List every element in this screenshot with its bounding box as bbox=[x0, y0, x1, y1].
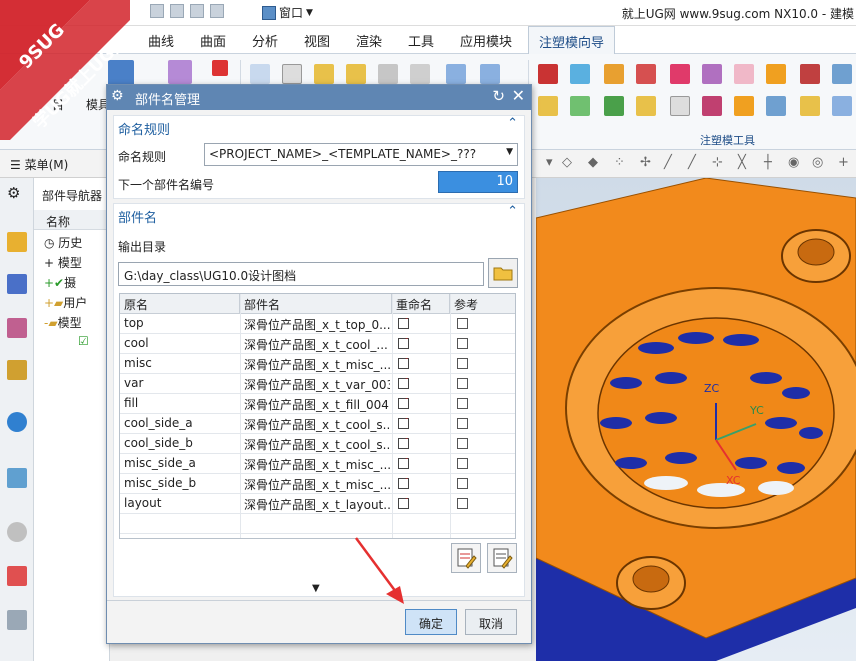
nx-application-window: 窗口 ▼ 就上UG网 www.9sug.com NX10.0 - 建模 曲线 曲… bbox=[0, 0, 856, 661]
annotation-arrow-line bbox=[354, 537, 398, 593]
annotation-overlay bbox=[354, 537, 404, 604]
